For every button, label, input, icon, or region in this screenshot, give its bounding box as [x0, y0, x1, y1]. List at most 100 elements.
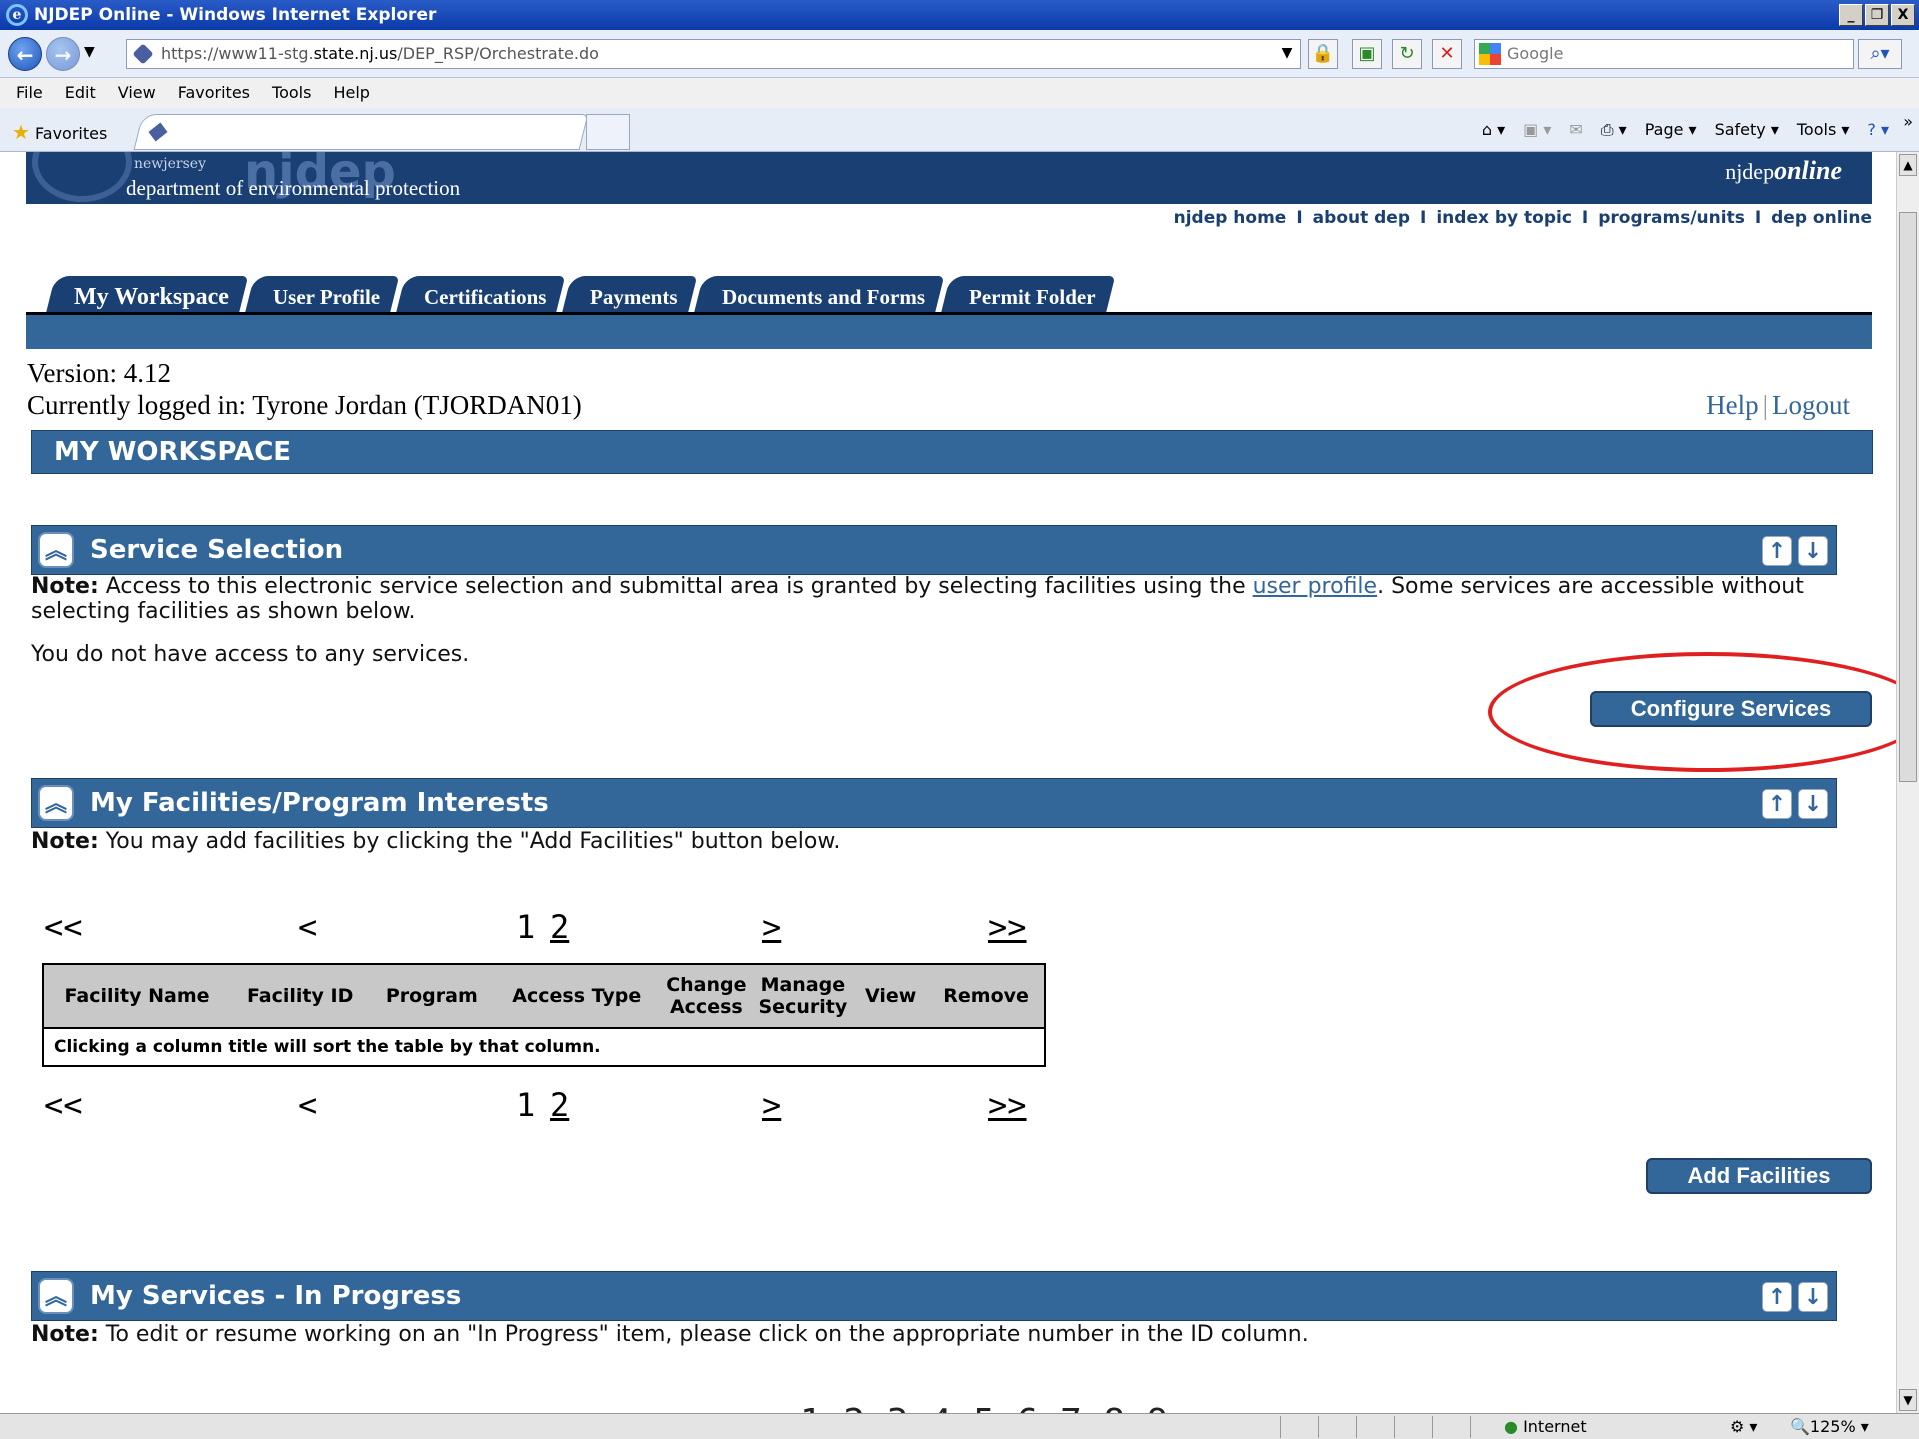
link-about-dep[interactable]: about dep: [1313, 208, 1410, 228]
favorites-button[interactable]: ★ Favorites: [12, 120, 107, 144]
window-title: NJDEP Online - Windows Internet Explorer: [34, 5, 437, 25]
vertical-scrollbar[interactable]: ▲ ▼: [1896, 152, 1919, 1413]
table-header-row: Facility Name Facility ID Program Access…: [43, 964, 1045, 1028]
move-down-icon[interactable]: ↓: [1798, 1282, 1828, 1312]
col-program[interactable]: Program: [370, 964, 494, 1028]
home-icon[interactable]: ⌂ ▾: [1482, 120, 1505, 140]
logout-link[interactable]: Logout: [1772, 390, 1850, 420]
add-facilities-button[interactable]: Add Facilities: [1646, 1158, 1872, 1194]
pager-page-2[interactable]: 2: [550, 908, 569, 946]
favorites-bar: ★ Favorites NJDEP Online ⌂ ▾ ▣ ▾ ✉ ⎙ ▾ P…: [0, 108, 1919, 152]
col-manage-security[interactable]: Manage Security: [752, 964, 854, 1028]
move-up-icon[interactable]: ↑: [1762, 789, 1792, 819]
security-zone[interactable]: ● Internet: [1504, 1414, 1587, 1439]
collapse-icon[interactable]: ︽: [38, 785, 74, 821]
link-njdep-home[interactable]: njdep home: [1174, 208, 1287, 228]
stop-icon[interactable]: ✕: [1432, 39, 1462, 69]
menu-tools[interactable]: Tools: [272, 78, 311, 108]
safety-menu[interactable]: Safety ▾: [1715, 120, 1779, 140]
menu-favorites[interactable]: Favorites: [178, 78, 250, 108]
restore-button[interactable]: ❐: [1865, 4, 1889, 26]
mail-icon[interactable]: ✉: [1569, 120, 1582, 140]
help-icon[interactable]: ? ▾: [1867, 120, 1889, 140]
menu-help[interactable]: Help: [333, 78, 369, 108]
move-down-icon[interactable]: ↓: [1798, 536, 1828, 566]
chevron-more-icon[interactable]: »: [1903, 112, 1913, 131]
move-up-icon[interactable]: ↑: [1762, 1282, 1792, 1312]
scroll-down-icon[interactable]: ▼: [1899, 1389, 1917, 1411]
ie-logo-icon: e: [6, 4, 28, 26]
pager-next[interactable]: >: [762, 1086, 781, 1124]
pager-next[interactable]: >: [762, 908, 781, 946]
url-prefix: https://www11-stg.: [161, 44, 314, 63]
pager-first[interactable]: <<: [44, 908, 83, 946]
in-progress-header: ︽ My Services - In Progress ↑ ↓: [31, 1271, 1837, 1321]
lock-icon[interactable]: 🔒: [1308, 39, 1338, 69]
section-title: My Services - In Progress: [90, 1281, 462, 1311]
page-menu[interactable]: Page ▾: [1645, 120, 1697, 140]
service-selection-header: ︽ Service Selection ↑ ↓: [31, 525, 1837, 575]
top-links: njdep home Iabout dep Iindex by topic Iprog…: [1173, 208, 1872, 228]
menu-file[interactable]: File: [16, 78, 43, 108]
pager-first[interactable]: <<: [44, 1086, 83, 1124]
print-icon[interactable]: ⎙ ▾: [1601, 120, 1627, 140]
collapse-icon[interactable]: ︽: [38, 1278, 74, 1314]
search-input[interactable]: Google: [1474, 39, 1854, 69]
address-dropdown-icon[interactable]: ▼: [1272, 39, 1302, 69]
protected-mode-icon[interactable]: ⚙ ▾: [1730, 1414, 1757, 1439]
minimize-button[interactable]: _: [1839, 4, 1863, 26]
col-facility-id[interactable]: Facility ID: [230, 964, 371, 1028]
col-access-type[interactable]: Access Type: [493, 964, 661, 1028]
highlight-annotation: [1488, 652, 1896, 772]
url-domain: state.nj.us: [313, 44, 398, 63]
col-change-access[interactable]: Change Access: [660, 964, 753, 1028]
user-profile-link[interactable]: user profile: [1253, 574, 1377, 599]
collapse-icon[interactable]: ︽: [38, 532, 74, 568]
globe-icon: ●: [1504, 1417, 1518, 1436]
zoom-icon: 🔍: [1790, 1417, 1810, 1436]
njdep-banner: newjersey njdep department of environmen…: [26, 152, 1872, 204]
move-up-icon[interactable]: ↑: [1762, 536, 1792, 566]
move-down-icon[interactable]: ↓: [1798, 789, 1828, 819]
menu-bar: File Edit View Favorites Tools Help: [0, 78, 1919, 108]
new-tab-button[interactable]: [586, 114, 630, 150]
link-programs-units[interactable]: programs/units: [1598, 208, 1745, 228]
close-window-button[interactable]: X: [1891, 4, 1915, 26]
window-titlebar: e NJDEP Online - Windows Internet Explor…: [0, 0, 1919, 30]
browser-tab[interactable]: NJDEP Online: [133, 114, 589, 150]
pager-last[interactable]: >>: [988, 908, 1027, 946]
page-title: MY WORKSPACE: [31, 430, 1873, 474]
pager-page-2[interactable]: 2: [550, 1086, 569, 1124]
status-bar: ● Internet ⚙ ▾ 🔍125% ▾: [0, 1413, 1919, 1439]
forward-button[interactable]: →: [46, 37, 80, 71]
banner-online-logo: njdeponline: [1725, 156, 1842, 185]
pager-prev[interactable]: <: [298, 1086, 317, 1124]
menu-edit[interactable]: Edit: [65, 78, 96, 108]
col-facility-name[interactable]: Facility Name: [43, 964, 231, 1028]
feeds-icon[interactable]: ▣ ▾: [1523, 120, 1551, 140]
in-progress-pager-partial[interactable]: 1 2 3 4 5 6 7 8 9: [800, 1402, 1168, 1413]
scroll-thumb[interactable]: [1899, 212, 1917, 782]
scroll-up-icon[interactable]: ▲: [1899, 154, 1917, 176]
compatibility-icon[interactable]: ▣: [1352, 39, 1382, 69]
address-bar[interactable]: https://www11-stg.state.nj.us/DEP_RSP/Or…: [126, 39, 1301, 69]
col-remove[interactable]: Remove: [928, 964, 1045, 1028]
tools-menu[interactable]: Tools ▾: [1797, 120, 1850, 140]
pager-last[interactable]: >>: [988, 1086, 1027, 1124]
col-view[interactable]: View: [853, 964, 929, 1028]
url-path: /DEP_RSP/Orchestrate.do: [397, 44, 599, 63]
zoom-level[interactable]: 🔍125% ▾: [1790, 1414, 1869, 1439]
page-content: newjersey njdep department of environmen…: [0, 152, 1896, 1413]
banner-state: newjersey: [134, 156, 206, 172]
recent-pages-dropdown[interactable]: ▼: [84, 44, 95, 60]
pager-prev[interactable]: <: [298, 908, 317, 946]
menu-view[interactable]: View: [118, 78, 156, 108]
banner-department: department of environmental protection: [126, 176, 461, 200]
refresh-icon[interactable]: ↻: [1392, 39, 1422, 69]
search-icon[interactable]: ⌕▾: [1858, 39, 1902, 69]
link-dep-online[interactable]: dep online: [1771, 208, 1872, 228]
help-link[interactable]: Help: [1706, 390, 1758, 420]
in-progress-note: Note: To edit or resume working on an "I…: [31, 1322, 1309, 1347]
link-index-by-topic[interactable]: index by topic: [1436, 208, 1572, 228]
back-button[interactable]: ←: [8, 37, 42, 71]
